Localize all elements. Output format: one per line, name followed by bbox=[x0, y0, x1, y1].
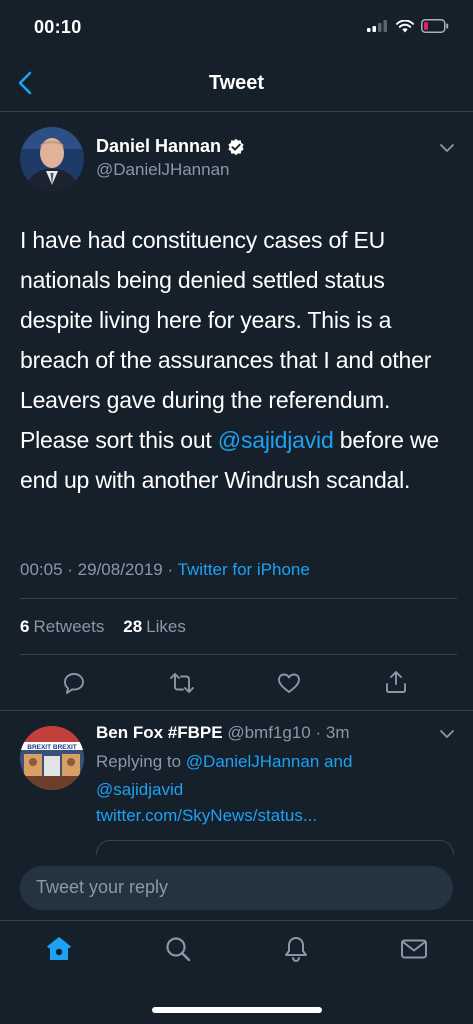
reply-icon[interactable] bbox=[61, 670, 87, 696]
mention-link[interactable]: @sajidjavid bbox=[218, 427, 334, 453]
page-title: Tweet bbox=[208, 72, 265, 94]
cellular-signal-icon bbox=[367, 20, 387, 32]
chevron-down-icon[interactable] bbox=[439, 143, 455, 153]
reply-avatar[interactable]: BREXIT BREXIT bbox=[20, 726, 84, 790]
retweets-count: 6 bbox=[20, 617, 30, 636]
tweet-text: I have had constituency cases of EU nati… bbox=[20, 220, 460, 500]
home-icon[interactable] bbox=[44, 934, 74, 964]
divider bbox=[0, 710, 473, 711]
verified-badge-icon bbox=[228, 138, 244, 155]
notifications-bell-icon[interactable] bbox=[281, 934, 311, 964]
mention-link[interactable]: @DanielJHannan bbox=[186, 752, 320, 771]
divider bbox=[20, 598, 457, 599]
share-icon[interactable] bbox=[383, 669, 409, 695]
battery-low-icon bbox=[421, 19, 449, 33]
likes-label: Likes bbox=[146, 617, 186, 636]
reply-author-name[interactable]: Ben Fox #FBPE bbox=[96, 723, 223, 742]
author-name[interactable]: Daniel Hannan bbox=[96, 136, 245, 157]
reply-url-link[interactable]: twitter.com/SkyNews/status... bbox=[96, 806, 317, 826]
likes-count: 28 bbox=[123, 617, 143, 636]
like-heart-icon[interactable] bbox=[276, 670, 302, 696]
replying-and: and bbox=[324, 752, 353, 771]
tweet-actions bbox=[0, 666, 473, 700]
tweet-text-part: I have had constituency cases of EU nati… bbox=[20, 227, 432, 453]
retweet-icon[interactable] bbox=[168, 670, 196, 696]
chevron-down-icon[interactable] bbox=[439, 729, 455, 739]
wifi-icon bbox=[396, 19, 414, 32]
tweet-source-link[interactable]: Twitter for iPhone bbox=[178, 560, 310, 579]
reply-age: 3m bbox=[325, 723, 350, 742]
home-indicator bbox=[152, 1007, 322, 1013]
tab-bar-border bbox=[0, 920, 473, 921]
tweet-time: 00:05 bbox=[20, 560, 63, 579]
divider bbox=[20, 654, 457, 655]
likes-stat[interactable]: 28 Likes bbox=[123, 617, 186, 636]
retweets-label: Retweets bbox=[33, 617, 105, 636]
status-time: 00:10 bbox=[34, 17, 82, 37]
messages-mail-icon[interactable] bbox=[399, 934, 429, 964]
avatar-lettering: BREXIT BREXIT bbox=[27, 744, 77, 751]
author-avatar[interactable] bbox=[20, 127, 84, 191]
reply-author: Ben Fox #FBPE @bmf1g10 · 3m bbox=[96, 723, 350, 742]
author-name-text[interactable]: Daniel Hannan bbox=[96, 136, 221, 157]
tweet-meta: 00:05 · 29/08/2019 · Twitter for iPhone bbox=[20, 560, 310, 579]
replying-to-label: Replying to bbox=[96, 752, 182, 771]
replying-to: Replying to @DanielJHannan and @sajidjav… bbox=[96, 748, 352, 804]
tweet-stats: 6 Retweets 28 Likes bbox=[20, 617, 186, 637]
reply-author-handle[interactable]: @bmf1g10 bbox=[227, 723, 310, 742]
retweets-stat[interactable]: 6 Retweets bbox=[20, 617, 104, 636]
reply-input-placeholder: Tweet your reply bbox=[36, 877, 169, 897]
author-handle[interactable]: @DanielJHannan bbox=[96, 160, 230, 180]
search-icon[interactable] bbox=[163, 934, 193, 964]
tweet-date: 29/08/2019 bbox=[77, 560, 163, 579]
status-icons bbox=[367, 19, 449, 33]
mention-link[interactable]: @sajidjavid bbox=[96, 780, 183, 799]
